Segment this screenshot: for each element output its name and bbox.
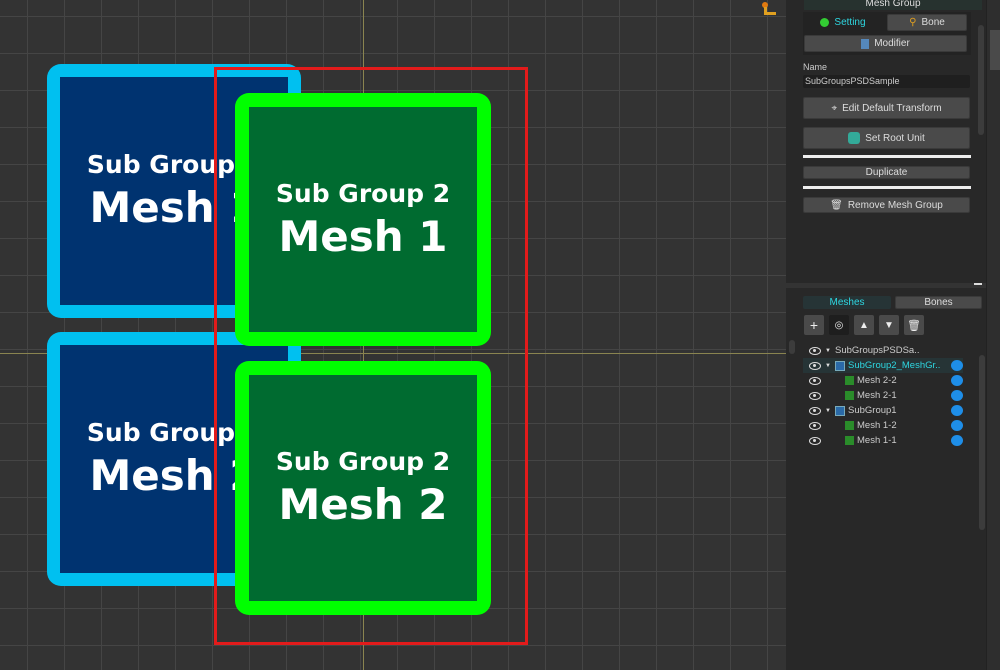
button-label: Remove Mesh Group [847,199,943,211]
tab-setting[interactable]: Setting [803,14,883,31]
splitter[interactable] [786,283,986,288]
mesh-icon [845,436,854,445]
eye-icon[interactable] [809,376,821,385]
tab-label: Setting [834,17,866,28]
edit-default-transform-button[interactable]: ⌖ Edit Default Transform [803,97,970,119]
modifier-icon [861,38,870,49]
bone-icon: ⚲ [909,17,917,28]
bone-gizmo-icon[interactable] [762,2,778,16]
tree-item[interactable]: ▼ SubGroup1 [803,403,963,418]
minimize-icon[interactable] [974,283,982,285]
tree-item-label: Mesh 2-1 [857,390,897,401]
remove-mesh-group-button[interactable]: 🗑 Remove Mesh Group [803,197,970,213]
tab-label: Bones [924,297,953,308]
inspector-panel: Mesh Group Setting ⚲ Bone Modifier Name S… [786,0,1000,670]
tree-item[interactable]: Mesh 1-2 [803,418,963,433]
eye-icon[interactable] [809,436,821,445]
tab-meshes[interactable]: Meshes [803,296,891,309]
name-label: Name [803,62,828,72]
visibility-toggle-icon[interactable] [951,375,963,386]
name-input[interactable]: SubGroupsPSDSample [803,75,970,88]
visibility-toggle-icon[interactable] [951,405,963,416]
mesh-tree: ▼ SubGroupsPSDSa.. ▼ SubGroup2_MeshGr.. Mesh… [803,343,963,448]
eye-icon[interactable] [809,421,821,430]
set-root-unit-button[interactable]: Set Root Unit [803,127,970,149]
expand-icon[interactable]: ▼ [825,363,835,369]
eye-icon[interactable] [809,346,821,355]
tree-item-label: Mesh 1-1 [857,435,897,446]
group-icon [835,405,845,416]
tree-item[interactable]: Mesh 2-2 [803,373,963,388]
button-label: Duplicate [865,167,908,178]
tree-item[interactable]: Mesh 2-1 [803,388,963,403]
tree-scrollbar[interactable] [979,355,985,530]
selection-rectangle [214,67,528,645]
mesh-icon [845,391,854,400]
eye-icon[interactable] [809,406,821,415]
tree-item-label: Mesh 2-2 [857,375,897,386]
eye-icon[interactable] [809,391,821,400]
eye-icon[interactable] [809,361,821,370]
tab-bones[interactable]: Bones [895,296,982,309]
layer-icon[interactable]: ◎ [829,315,849,335]
visibility-toggle-icon[interactable] [951,420,963,431]
tree-item[interactable]: Mesh 1-1 [803,433,963,448]
upper-scrollbar[interactable] [978,25,984,135]
expand-icon[interactable]: ▼ [825,408,835,414]
group-icon [835,360,845,371]
character-icon [848,132,861,144]
info-icon [820,18,830,27]
mesh-icon [845,376,854,385]
tab-label: Bone [921,17,945,28]
visibility-toggle-icon[interactable] [951,390,963,401]
button-label: Edit Default Transform [842,102,942,114]
move-down-icon[interactable]: ▼ [879,315,899,335]
divider [803,155,971,158]
viewport-canvas[interactable]: Sub Group 1 Mesh 1 Sub Group 1 Mesh 2 Sub … [0,0,786,670]
visibility-toggle-icon[interactable] [951,360,963,371]
move-up-icon[interactable]: ▲ [854,315,874,335]
add-icon[interactable]: + [804,315,824,335]
tree-item-label: Mesh 1-2 [857,420,897,431]
tab-label: Modifier [874,38,910,49]
tab-label: Meshes [829,297,865,308]
trash-icon: 🗑 [830,199,843,211]
delete-icon[interactable]: 🗑 [904,315,924,335]
tree-item-label: SubGroup1 [848,405,897,416]
side-panel [986,0,1000,670]
duplicate-button[interactable]: Duplicate [803,166,970,179]
tree-item[interactable]: ▼ SubGroup2_MeshGr.. [803,358,963,373]
visibility-toggle-icon[interactable] [951,435,963,446]
panel-title: Mesh Group [804,0,982,10]
tree-item-label: SubGroupsPSDSa.. [835,345,920,356]
transform-icon: ⌖ [831,102,838,114]
button-label: Set Root Unit [865,132,925,144]
tab-bone[interactable]: ⚲ Bone [887,14,967,31]
mesh-icon [845,421,854,430]
tree-item[interactable]: ▼ SubGroupsPSDSa.. [803,343,963,358]
divider [803,186,971,189]
tree-item-label: SubGroup2_MeshGr.. [848,360,941,371]
left-scroll-handle[interactable] [789,340,795,354]
tab-modifier[interactable]: Modifier [804,35,967,52]
expand-icon[interactable]: ▼ [825,348,835,354]
